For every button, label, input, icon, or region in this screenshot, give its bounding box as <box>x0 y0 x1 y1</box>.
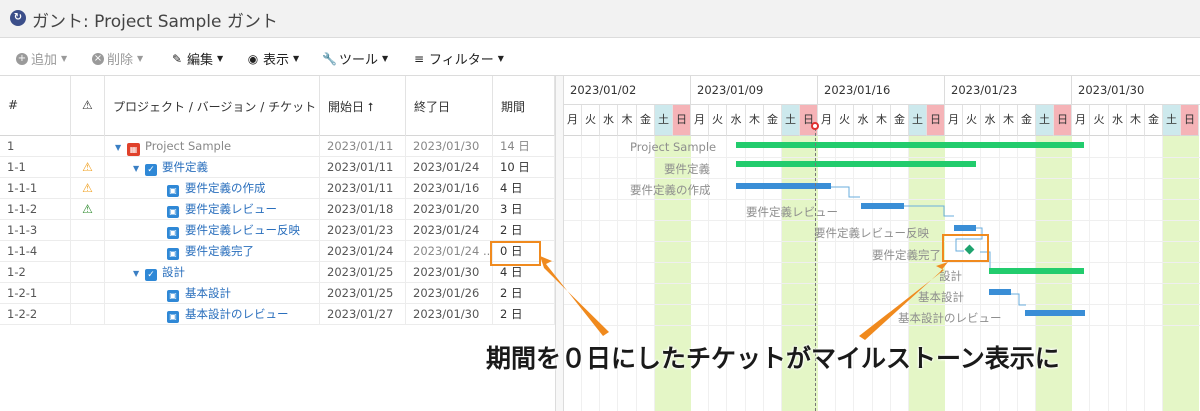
arrow-to-milestone <box>859 262 948 340</box>
annotation-caption: 期間を０日にしたチケットがマイルストーン表示に <box>486 344 1060 373</box>
arrow-to-duration <box>540 256 609 336</box>
